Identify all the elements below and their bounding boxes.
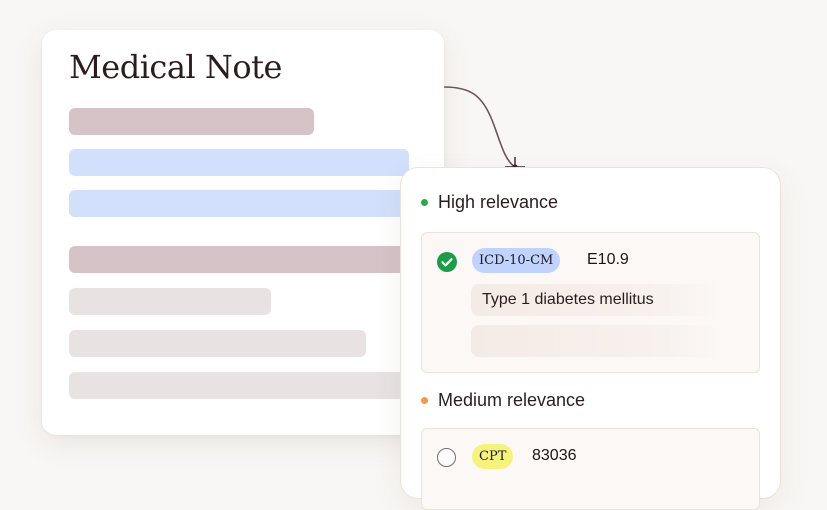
- high-relevance-header: High relevance: [421, 192, 558, 213]
- code-suggestion-panel: High relevance ICD-10-CM E10.9 Type 1 di…: [400, 167, 781, 510]
- medium-relevance-label: Medium relevance: [438, 390, 586, 410]
- code-description: Type 1 diabetes mellitus: [471, 284, 721, 316]
- green-dot-icon: [421, 199, 428, 206]
- code-value: 83036: [532, 447, 577, 464]
- code-card-icd[interactable]: ICD-10-CM E10.9 Type 1 diabetes mellitus: [421, 232, 760, 373]
- checkmark-icon[interactable]: [437, 252, 457, 272]
- unchecked-radio-icon[interactable]: [437, 448, 456, 467]
- medium-relevance-header: Medium relevance: [421, 390, 585, 411]
- code-card-cpt[interactable]: CPT 83036: [421, 428, 760, 510]
- note-line-placeholder: [69, 372, 409, 399]
- high-relevance-label: High relevance: [438, 192, 559, 212]
- note-line-placeholder: [69, 288, 271, 315]
- note-line-placeholder: [69, 108, 314, 135]
- note-line-highlighted: [69, 190, 409, 217]
- code-value: E10.9: [587, 251, 629, 268]
- medical-note-card: Medical Note: [42, 30, 444, 435]
- note-line-highlighted: [69, 149, 409, 176]
- note-line-placeholder: [69, 246, 409, 273]
- code-system-tag: ICD-10-CM: [472, 248, 561, 273]
- description-placeholder: [471, 325, 721, 357]
- note-title: Medical Note: [69, 48, 282, 86]
- note-line-placeholder: [69, 330, 366, 357]
- orange-dot-icon: [421, 397, 428, 404]
- code-system-tag: CPT: [472, 444, 514, 469]
